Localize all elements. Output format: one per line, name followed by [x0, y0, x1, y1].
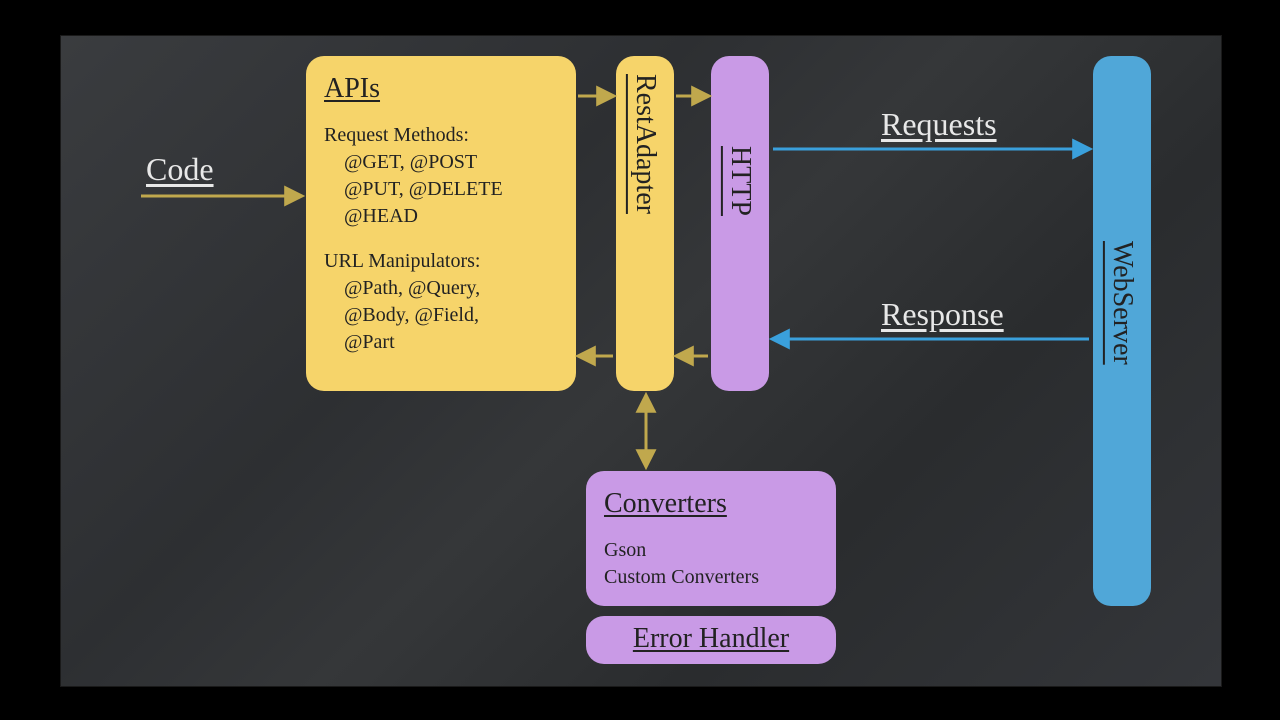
apis-box: APIs Request Methods: @GET, @POST @PUT, … — [306, 56, 576, 391]
apis-url-heading: URL Manipulators: — [324, 248, 558, 275]
restadapter-box: RestAdapter — [616, 56, 674, 391]
errorhandler-title: Error Handler — [586, 620, 836, 658]
response-label: Response — [881, 296, 1004, 333]
http-box: HTTP — [711, 56, 769, 391]
apis-req-3: @HEAD — [324, 203, 558, 230]
apis-url-2: @Body, @Field, — [324, 302, 558, 329]
restadapter-title: RestAdapter — [626, 74, 664, 214]
chalkboard: APIs Request Methods: @GET, @POST @PUT, … — [60, 35, 1222, 687]
http-title: HTTP — [721, 146, 759, 216]
webserver-box: WebServer — [1093, 56, 1151, 606]
code-label: Code — [146, 151, 214, 188]
converters-l1: Gson — [604, 537, 818, 564]
errorhandler-box: Error Handler — [586, 616, 836, 664]
apis-req-2: @PUT, @DELETE — [324, 176, 558, 203]
apis-url-1: @Path, @Query, — [324, 275, 558, 302]
requests-label: Requests — [881, 106, 997, 143]
webserver-title: WebServer — [1103, 241, 1141, 365]
apis-req-1: @GET, @POST — [324, 149, 558, 176]
converters-box: Converters Gson Custom Converters — [586, 471, 836, 606]
converters-l2: Custom Converters — [604, 564, 818, 591]
apis-title: APIs — [324, 70, 558, 108]
apis-req-heading: Request Methods: — [324, 122, 558, 149]
converters-title: Converters — [604, 485, 818, 523]
apis-url-3: @Part — [324, 329, 558, 356]
